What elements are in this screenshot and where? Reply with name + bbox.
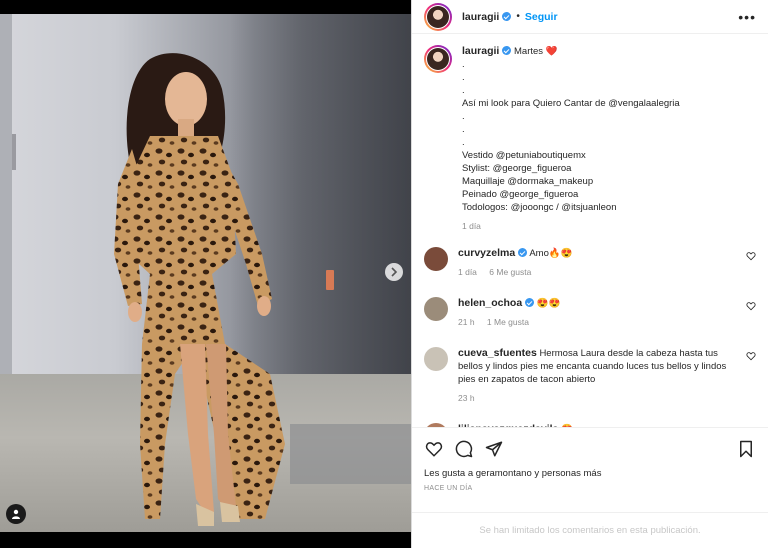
send-icon [485, 441, 503, 457]
caption-line-4: Así mi look para Quiero Cantar de @venga… [462, 98, 680, 109]
caption-line-12: Todologos: @jooongc / @itsjuanleon [462, 202, 617, 213]
commenter-username[interactable]: cueva_sfuentes [458, 347, 537, 359]
commenter-username[interactable]: curvyzelma [458, 247, 515, 259]
photo-woman-figure [12, 53, 334, 526]
bookmark-icon [740, 440, 752, 458]
caption-line-7: . [462, 137, 465, 148]
comment-meta: 23 h [458, 392, 738, 405]
caption-line-11: Peinado @george_figueroa [462, 189, 579, 200]
verified-badge-icon [502, 46, 512, 55]
save-button[interactable] [736, 439, 756, 459]
comment-content: curvyzelma Amo🔥😍 1 día 6 Me gusta [458, 247, 738, 279]
like-button[interactable] [424, 439, 444, 459]
comment-text: Amo🔥😍 [529, 248, 573, 259]
comment-likes[interactable]: 1 Me gusta [487, 317, 529, 327]
caption-line-2: . [462, 72, 465, 83]
caption-line-6: . [462, 124, 465, 135]
comment-icon [455, 440, 473, 458]
author-avatar[interactable] [424, 2, 452, 31]
caption-meta: 1 día [462, 220, 752, 233]
comment-item: cueva_sfuentes Hermosa Laura desde la ca… [424, 347, 756, 405]
commenter-username[interactable]: helen_ochoa [458, 297, 522, 309]
heart-icon[interactable] [746, 351, 756, 361]
comment-likes[interactable]: 6 Me gusta [489, 267, 531, 277]
post-actions: Les gusta a geramontano y personas más H… [412, 427, 768, 499]
comment-content: helen_ochoa 😍😍 21 h 1 Me gusta [458, 297, 738, 329]
caption-author-avatar[interactable] [424, 45, 452, 73]
comment-content: cueva_sfuentes Hermosa Laura desde la ca… [458, 347, 738, 405]
heart-icon [425, 442, 443, 457]
action-buttons [424, 438, 756, 460]
caption-author[interactable]: lauragii [462, 45, 499, 57]
caption-line-0: Martes ❤️ [514, 46, 558, 57]
tagged-users-button[interactable] [6, 504, 26, 524]
comments-section[interactable]: lauragii Martes ❤️ . . . Así mi look par… [412, 35, 768, 427]
comment-item: curvyzelma Amo🔥😍 1 día 6 Me gusta [424, 247, 756, 279]
likes-summary[interactable]: Les gusta a geramontano y personas más [424, 468, 756, 479]
caption-time[interactable]: 1 día [462, 221, 481, 231]
caption-line-1: . [462, 59, 465, 70]
post-header: lauragii • Seguir ••• [412, 0, 768, 34]
commenter-avatar[interactable] [424, 347, 448, 371]
verified-badge-icon [525, 298, 535, 307]
caption-text: lauragii Martes ❤️ . . . Así mi look par… [462, 45, 752, 233]
comment-time[interactable]: 21 h [458, 317, 475, 327]
post-detail-panel: lauragii • Seguir ••• lauragii Martes ❤️… [411, 0, 768, 548]
caption-line-10: Maquillaje @dormaka_makeup [462, 176, 594, 187]
comment-time[interactable]: 1 día [458, 267, 477, 277]
follow-button[interactable]: Seguir [525, 11, 558, 23]
share-button[interactable] [484, 439, 504, 459]
comment-meta: 1 día 6 Me gusta [458, 266, 738, 279]
comment-text: 😍😍 [536, 298, 561, 309]
next-photo-button[interactable] [385, 263, 403, 281]
caption-line-8: Vestido @petuniaboutiquemx [462, 150, 586, 161]
person-icon [12, 509, 20, 519]
commenter-avatar[interactable] [424, 297, 448, 321]
caption-line-5: . [462, 111, 465, 122]
separator-dot: • [516, 11, 520, 22]
post-photo [0, 14, 411, 532]
more-options-icon[interactable]: ••• [738, 10, 756, 24]
comments-limited-notice: Se han limitado los comentarios en esta … [412, 512, 768, 548]
commenter-avatar[interactable] [424, 247, 448, 271]
caption: lauragii Martes ❤️ . . . Así mi look par… [424, 45, 756, 233]
post-media[interactable] [0, 0, 411, 548]
verified-badge-icon [502, 12, 512, 21]
post-timestamp[interactable]: HACE UN DÍA [424, 485, 756, 492]
comment-item: helen_ochoa 😍😍 21 h 1 Me gusta [424, 297, 756, 329]
caption-line-3: . [462, 85, 465, 96]
heart-icon[interactable] [746, 251, 756, 261]
comment-button[interactable] [454, 439, 474, 459]
author-username[interactable]: lauragii [462, 11, 499, 23]
comment-time[interactable]: 23 h [458, 393, 475, 403]
comment-meta: 21 h 1 Me gusta [458, 316, 738, 329]
caption-first-line: lauragii Martes ❤️ [462, 45, 752, 58]
heart-icon[interactable] [746, 301, 756, 311]
verified-badge-icon [518, 248, 528, 257]
caption-line-9: Stylist: @george_figueroa [462, 163, 572, 174]
chevron-right-icon [391, 267, 398, 277]
